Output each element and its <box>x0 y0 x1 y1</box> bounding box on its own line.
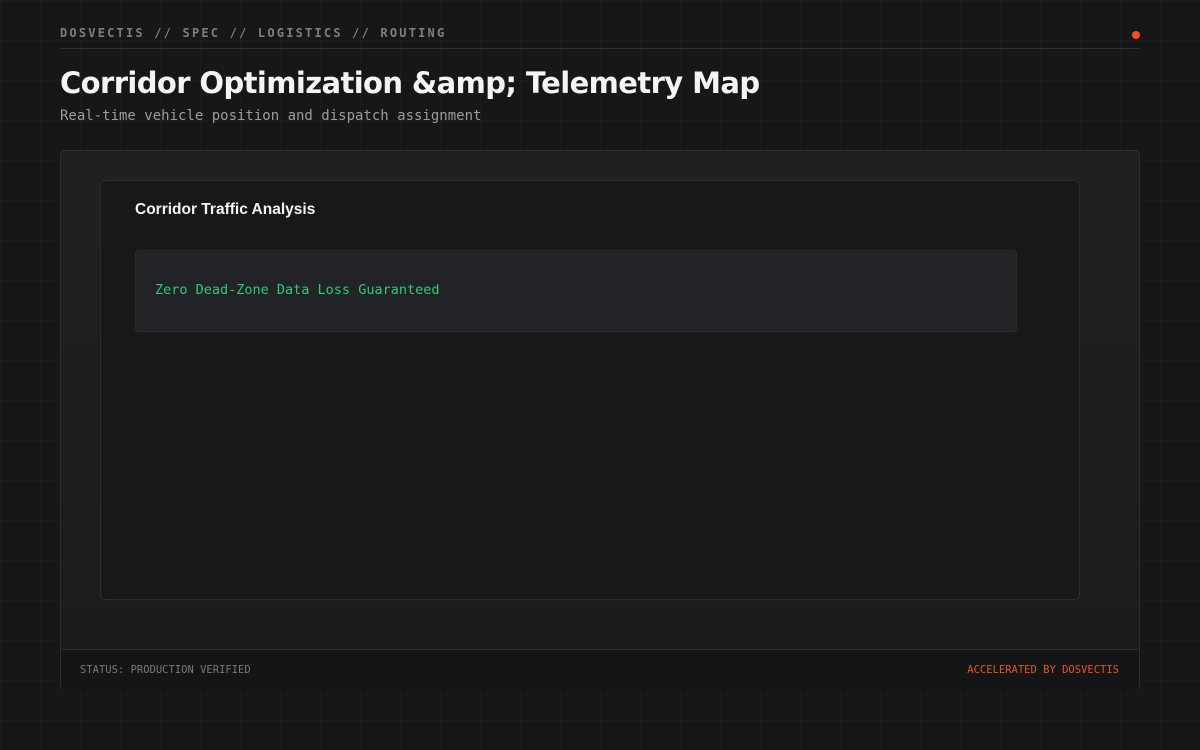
code-text: Zero Dead-Zone Data Loss Guaranteed <box>155 282 440 298</box>
status-dot-icon <box>1132 31 1140 39</box>
footer-status: STATUS: PRODUCTION VERIFIED <box>80 664 251 676</box>
page: { "header": { "breadcrumb": "DOSVECTIS /… <box>0 0 1200 750</box>
top-bar: DOSVECTIS // SPEC // LOGISTICS // ROUTIN… <box>60 0 1140 49</box>
card-title: Corridor Traffic Analysis <box>135 201 316 218</box>
page-subtitle: Real-time vehicle position and dispatch … <box>60 108 482 124</box>
main-panel: Corridor Traffic Analysis Zero Dead-Zone… <box>60 150 1140 690</box>
page-title: Corridor Optimization &amp; Telemetry Ma… <box>60 66 760 100</box>
footer-brand: ACCELERATED BY DOSVECTIS <box>967 664 1119 676</box>
code-block: Zero Dead-Zone Data Loss Guaranteed <box>135 250 1017 332</box>
breadcrumb: DOSVECTIS // SPEC // LOGISTICS // ROUTIN… <box>60 26 447 40</box>
analysis-card: Corridor Traffic Analysis Zero Dead-Zone… <box>100 180 1080 600</box>
footer-bar: STATUS: PRODUCTION VERIFIED ACCELERATED … <box>61 649 1139 690</box>
